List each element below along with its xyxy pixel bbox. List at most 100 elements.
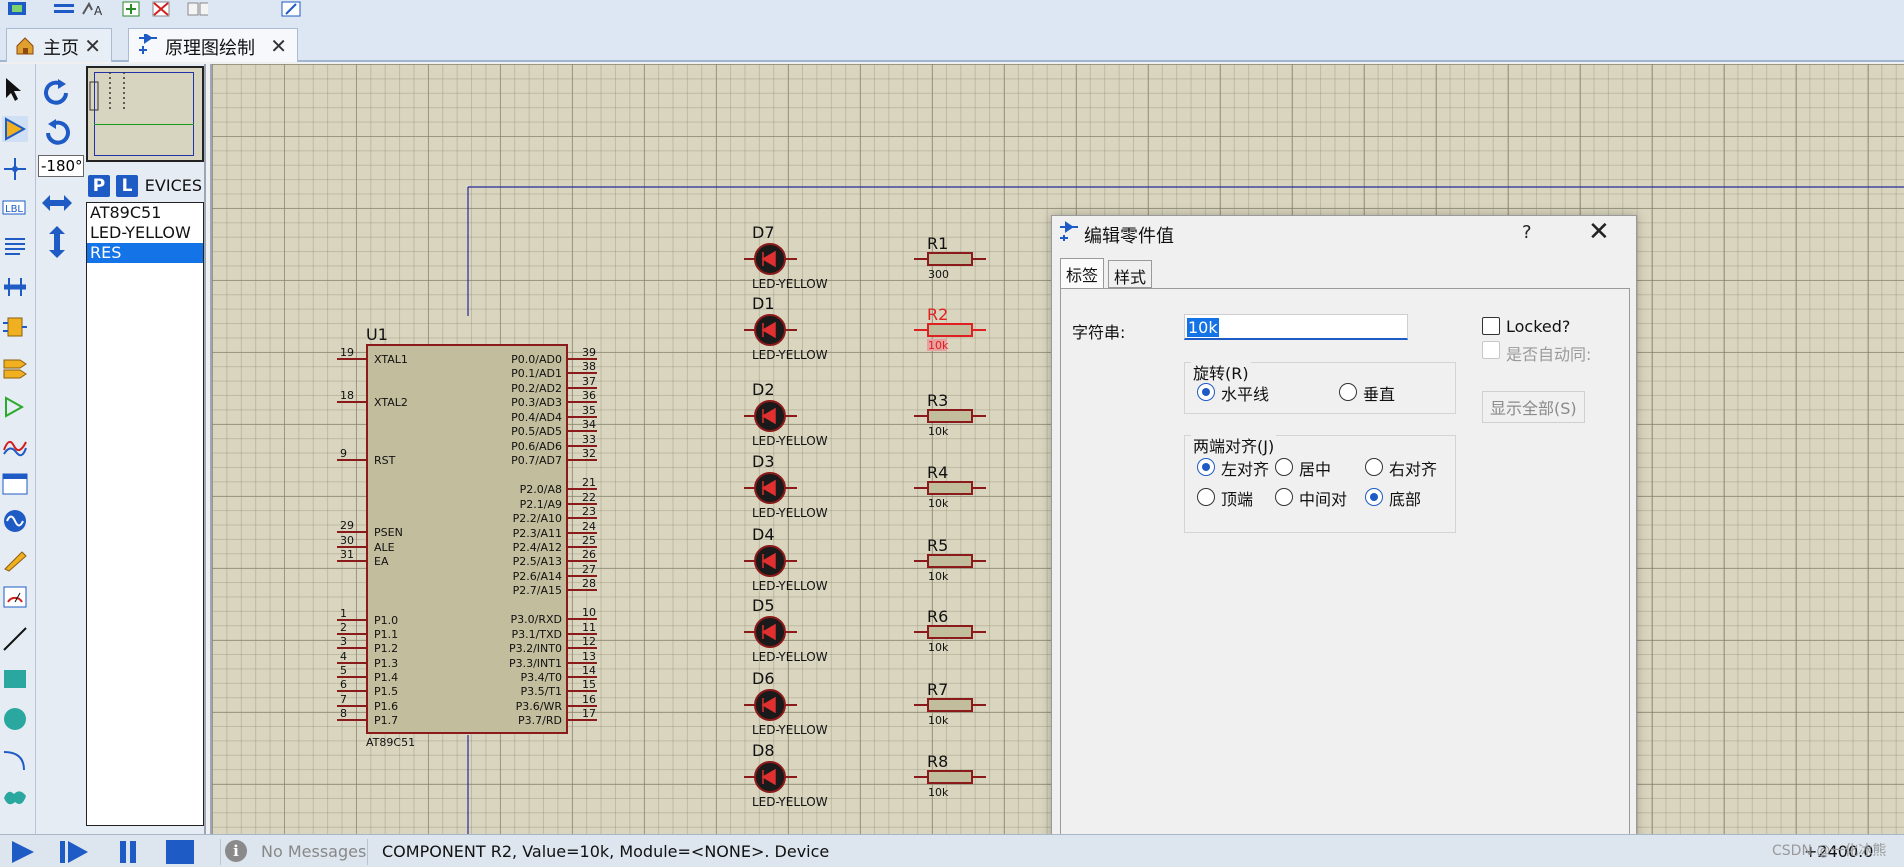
string-input[interactable]: 10k xyxy=(1184,314,1408,340)
line-icon[interactable] xyxy=(2,626,28,652)
instrument-icon[interactable] xyxy=(2,584,28,610)
rotate-anticlockwise-icon[interactable] xyxy=(42,118,72,148)
flip-vertical-icon[interactable] xyxy=(44,224,70,260)
graph-icon[interactable] xyxy=(2,432,28,458)
mcu-pin-name: P3.5/T1 xyxy=(520,685,562,698)
step-icon[interactable] xyxy=(58,839,90,865)
pause-icon[interactable] xyxy=(112,839,144,865)
radio-left[interactable] xyxy=(1197,458,1215,476)
device-pin-icon[interactable] xyxy=(2,394,28,420)
mcu-pin-name: EA xyxy=(374,555,389,568)
mcu-pin-number: 30 xyxy=(340,534,354,547)
subcircuit-icon[interactable] xyxy=(2,314,28,340)
tab-style[interactable]: 样式 xyxy=(1108,260,1153,288)
resistor-value: 10k xyxy=(928,425,949,438)
property-icon[interactable]: A xyxy=(80,0,102,18)
probe-icon[interactable] xyxy=(2,546,28,572)
led-part: LED-YELLOW xyxy=(752,506,828,520)
terminal-icon[interactable] xyxy=(2,354,28,380)
circle-icon[interactable] xyxy=(2,706,28,732)
radio-center[interactable] xyxy=(1275,458,1293,476)
sheets-icon[interactable] xyxy=(186,0,208,18)
flip-horizontal-icon[interactable] xyxy=(40,190,74,216)
messages-area[interactable]: i No Messages xyxy=(220,839,368,865)
string-value: 10k xyxy=(1187,318,1219,337)
tab-home-label: 主页 xyxy=(43,38,79,59)
help-button[interactable]: ? xyxy=(1522,222,1532,243)
rotate-clockwise-icon[interactable] xyxy=(42,78,72,108)
mcu-pin-number: 36 xyxy=(582,389,596,402)
mcu-pin-number: 31 xyxy=(340,548,354,561)
overview-window[interactable] xyxy=(86,66,204,162)
text-script-icon[interactable] xyxy=(2,234,28,260)
tab-label[interactable]: 标签 xyxy=(1060,258,1105,289)
select-arrow-icon[interactable] xyxy=(2,76,28,102)
mcu-pin-name: P0.1/AD1 xyxy=(511,367,562,380)
component-icon[interactable] xyxy=(2,116,28,142)
auto-sync-checkbox[interactable] xyxy=(1482,341,1500,359)
mcu-pin-name: XTAL2 xyxy=(374,396,408,409)
mcu-pin-name: P3.3/INT1 xyxy=(509,657,562,670)
mcu-pin-name: P2.5/A13 xyxy=(513,555,562,568)
tab-schematic-label: 原理图绘制 xyxy=(165,38,255,59)
resistor-ref: R3 xyxy=(927,391,948,410)
resistor-body xyxy=(927,770,973,784)
add-sheet-icon[interactable] xyxy=(120,0,142,18)
device-list-item[interactable]: LED-YELLOW xyxy=(87,223,203,243)
box-icon[interactable] xyxy=(2,666,28,692)
bus-icon[interactable] xyxy=(2,274,28,300)
tab-home[interactable]: 主页 ✕ xyxy=(6,28,112,62)
resistor-body xyxy=(927,625,973,639)
device-list-item[interactable]: AT89C51 xyxy=(87,203,203,223)
locked-checkbox[interactable] xyxy=(1482,317,1500,335)
close-button[interactable]: ✕ xyxy=(1588,217,1610,247)
close-tab-icon[interactable]: ✕ xyxy=(270,34,287,58)
radio-horizontal[interactable] xyxy=(1197,383,1215,401)
mcu-pin-name: ALE xyxy=(374,541,395,554)
schematic-icon[interactable] xyxy=(6,0,28,18)
radio-middle[interactable] xyxy=(1275,488,1293,506)
resistor-body xyxy=(927,698,973,712)
tab-schematic[interactable]: 原理图绘制 ✕ xyxy=(128,28,298,62)
remove-sheet-icon[interactable] xyxy=(150,0,172,18)
radio-horizontal-label: 水平线 xyxy=(1221,385,1270,404)
mode-toolbar: LBL xyxy=(0,64,36,834)
radio-vertical[interactable] xyxy=(1339,383,1357,401)
mcu-pin-number: 7 xyxy=(340,693,347,706)
svg-text:A: A xyxy=(94,4,102,18)
list-icon[interactable] xyxy=(52,0,74,18)
mcu-pin-name: P2.6/A14 xyxy=(513,570,562,583)
rotation-input[interactable]: -180° xyxy=(38,155,84,177)
library-manager-button[interactable]: L xyxy=(116,175,138,197)
label-icon[interactable]: LBL xyxy=(2,194,28,220)
radio-top[interactable] xyxy=(1197,488,1215,506)
device-list[interactable]: AT89C51 LED-YELLOW RES xyxy=(86,202,204,826)
home-icon xyxy=(16,37,34,55)
mcu-pin-number: 28 xyxy=(582,577,596,590)
close-tab-icon[interactable]: ✕ xyxy=(84,34,101,58)
path-icon[interactable] xyxy=(2,784,28,810)
generator-icon[interactable] xyxy=(2,508,28,534)
stop-icon[interactable] xyxy=(164,839,196,865)
device-list-item[interactable]: RES xyxy=(87,243,203,263)
junction-icon[interactable] xyxy=(2,156,28,182)
resistor-body xyxy=(927,323,973,337)
mcu-pin-name: P1.1 xyxy=(374,628,398,641)
led-ref: D4 xyxy=(752,525,775,544)
pen-icon[interactable] xyxy=(280,0,302,18)
radio-middle-label: 中间对 xyxy=(1299,490,1348,509)
radio-bottom[interactable] xyxy=(1365,488,1383,506)
devices-label: DEVICES xyxy=(144,176,202,195)
arc-icon[interactable] xyxy=(2,746,28,772)
mcu-pin-number: 3 xyxy=(340,635,347,648)
radio-right[interactable] xyxy=(1365,458,1383,476)
pick-device-button[interactable]: P xyxy=(88,175,110,197)
auto-sync-label: 是否自动同: xyxy=(1506,345,1592,364)
tape-icon[interactable] xyxy=(2,470,28,496)
mcu-pin-name: P0.4/AD4 xyxy=(511,411,562,424)
dialog-titlebar[interactable]: 编辑零件值 ? ✕ xyxy=(1052,216,1636,248)
orientation-toolbar xyxy=(36,64,84,834)
resistor-value: 10k xyxy=(928,570,949,583)
play-icon[interactable] xyxy=(6,839,38,865)
show-all-button[interactable]: 显示全部(S) xyxy=(1482,391,1585,423)
